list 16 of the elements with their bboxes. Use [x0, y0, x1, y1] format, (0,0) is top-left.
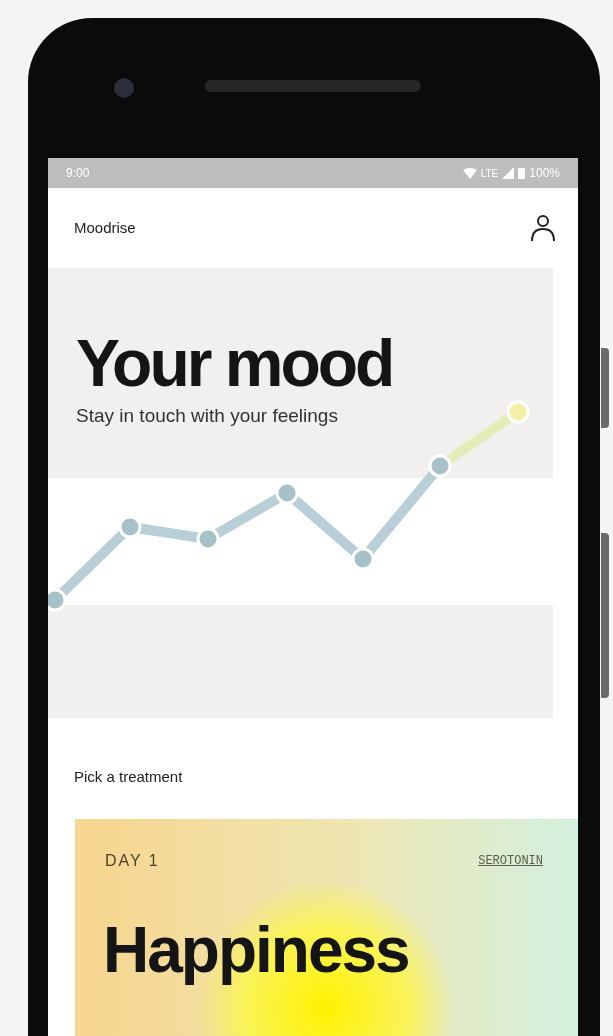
treatment-card[interactable]: DAY 1 SEROTONIN Happiness — [75, 818, 578, 1036]
day-label: DAY 1 — [105, 850, 160, 871]
hero-subtitle: Stay in touch with your feelings — [76, 404, 339, 428]
battery-level: 100% — [529, 165, 560, 182]
tag-link[interactable]: SEROTONIN — [478, 851, 543, 870]
profile-icon[interactable] — [530, 214, 556, 242]
battery-icon — [518, 167, 526, 179]
app-title: Moodrise — [74, 217, 136, 238]
hero-title: Your mood — [76, 328, 394, 398]
treatment-title: Happiness — [102, 914, 410, 985]
wifi-icon — [462, 167, 477, 179]
signal-icon — [502, 167, 515, 179]
camera-icon — [114, 78, 134, 98]
section-title: Pick a treatment — [73, 767, 184, 787]
status-time: 9:00 — [66, 165, 90, 182]
network-label: LTE — [480, 166, 499, 181]
